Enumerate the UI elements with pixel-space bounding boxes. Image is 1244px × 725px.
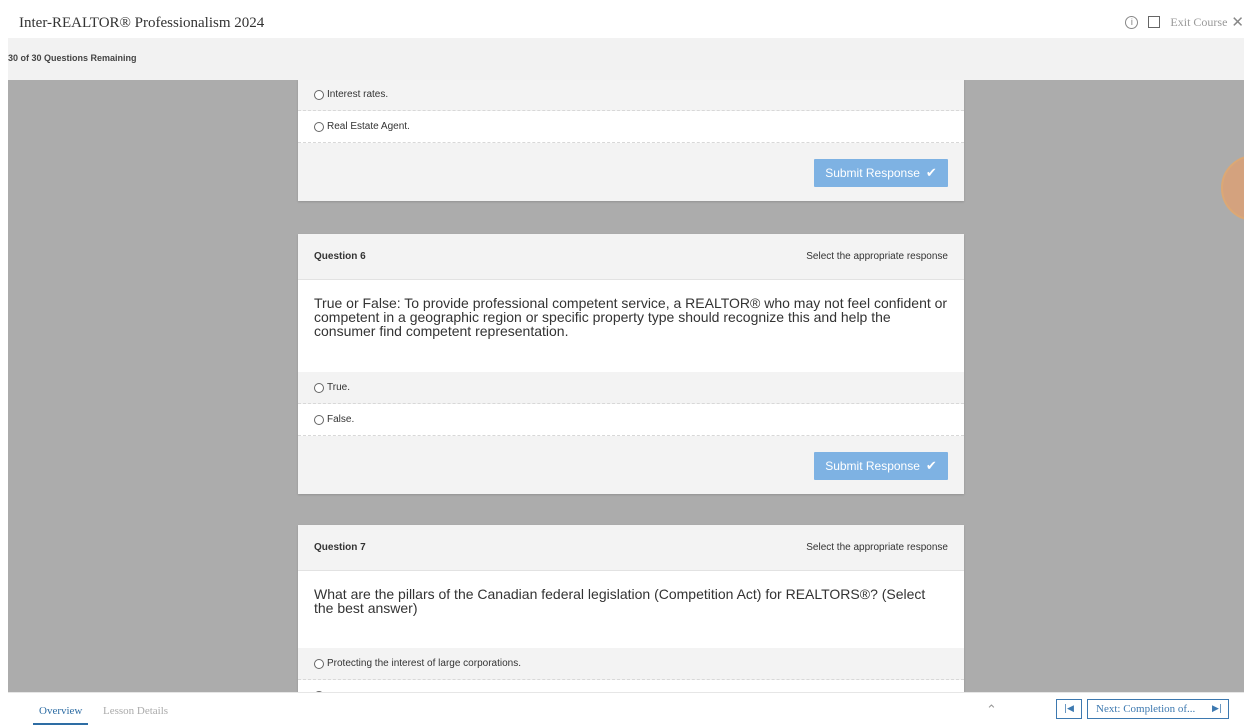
radio-button[interactable] — [314, 121, 324, 132]
submit-response-button[interactable]: Submit Response ✔ — [814, 159, 948, 187]
quiz-content[interactable]: Interest rates. Real Estate Agent. Submi… — [8, 80, 1244, 692]
tab-overview[interactable]: Overview — [32, 705, 89, 725]
submit-response-label: Submit Response — [825, 166, 920, 180]
radio-button[interactable] — [314, 89, 324, 100]
card-footer: Submit Response ✔ — [298, 436, 964, 494]
submit-response-label: Submit Response — [825, 459, 920, 473]
next-lesson-button[interactable]: Next: Completion of... ▶| — [1087, 699, 1229, 719]
answer-option-label: False. — [327, 414, 355, 425]
exit-course-button[interactable]: Exit Course ✕ — [1170, 13, 1244, 31]
check-icon: ✔ — [925, 458, 937, 474]
answer-option-label: Protecting the interest of large corpora… — [327, 658, 521, 669]
radio-button[interactable] — [314, 414, 324, 425]
question-number: Question 6 — [314, 251, 366, 262]
answer-option[interactable]: False. — [298, 404, 964, 436]
answer-option[interactable] — [298, 680, 964, 692]
question-header: Question 7 Select the appropriate respon… — [298, 525, 964, 571]
answer-option[interactable]: Interest rates. — [298, 80, 964, 111]
exit-course-label: Exit Course — [1170, 14, 1228, 29]
next-lesson-label: Next: Completion of... — [1096, 703, 1196, 715]
answer-option[interactable]: Protecting the interest of large corpora… — [298, 648, 964, 680]
answer-option-label: Real Estate Agent. — [327, 121, 410, 132]
questions-remaining: 30 of 30 Questions Remaining — [8, 53, 137, 63]
fullscreen-icon[interactable] — [1148, 16, 1161, 28]
submit-response-button[interactable]: Submit Response ✔ — [814, 452, 948, 480]
progress-strip: 30 of 30 Questions Remaining — [8, 38, 1244, 80]
previous-lesson-button[interactable]: |◀ — [1056, 699, 1082, 719]
info-icon[interactable]: i — [1125, 15, 1139, 29]
top-bar: Inter-REALTOR® Professionalism 2024 i Ex… — [8, 8, 1244, 38]
question-card-7: Question 7 Select the appropriate respon… — [298, 525, 964, 692]
answer-option[interactable]: Real Estate Agent. — [298, 111, 964, 143]
question-hint: Select the appropriate response — [806, 251, 948, 262]
top-bar-actions: i Exit Course ✕ — [1125, 13, 1244, 31]
skip-forward-icon: ▶| — [1212, 704, 1222, 714]
tab-lesson-details[interactable]: Lesson Details — [103, 705, 168, 717]
question-number: Question 7 — [314, 542, 366, 553]
close-icon: ✕ — [1231, 13, 1244, 31]
answer-option[interactable]: True. — [298, 372, 964, 404]
question-card-5: Interest rates. Real Estate Agent. Submi… — [298, 80, 964, 201]
question-text: True or False: To provide professional c… — [314, 295, 948, 339]
question-hint: Select the appropriate response — [806, 542, 948, 553]
course-title: Inter-REALTOR® Professionalism 2024 — [19, 15, 265, 31]
question-header: Question 6 Select the appropriate respon… — [298, 234, 964, 280]
cursor-highlight — [1221, 155, 1244, 221]
answer-option-label: Interest rates. — [327, 89, 389, 100]
bottom-bar: Overview Lesson Details ⌃ |◀ Next: Compl… — [8, 692, 1244, 725]
answer-option-label: True. — [327, 382, 350, 393]
check-icon: ✔ — [925, 165, 937, 181]
question-text: What are the pillars of the Canadian fed… — [314, 586, 926, 616]
radio-button[interactable] — [314, 658, 324, 669]
card-footer: Submit Response ✔ — [298, 143, 964, 201]
chevron-up-icon[interactable]: ⌃ — [986, 703, 997, 718]
question-card-6: Question 6 Select the appropriate respon… — [298, 234, 964, 494]
radio-button[interactable] — [314, 382, 324, 393]
